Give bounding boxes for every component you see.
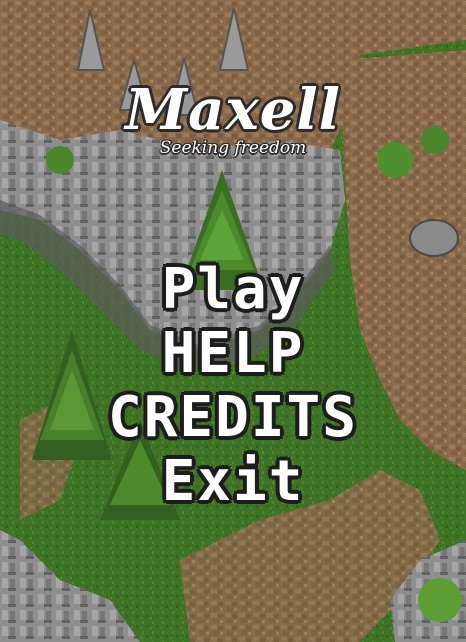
- bush: [418, 578, 462, 622]
- help-button[interactable]: HELP: [0, 322, 466, 386]
- main-menu: Play HELP CREDITS Exit: [0, 258, 466, 514]
- credits-button[interactable]: CREDITS: [0, 386, 466, 450]
- play-button[interactable]: Play: [0, 258, 466, 322]
- bush: [377, 142, 413, 178]
- boulder: [409, 219, 459, 257]
- exit-button[interactable]: Exit: [0, 450, 466, 514]
- bush: [421, 126, 449, 154]
- bush: [46, 146, 74, 174]
